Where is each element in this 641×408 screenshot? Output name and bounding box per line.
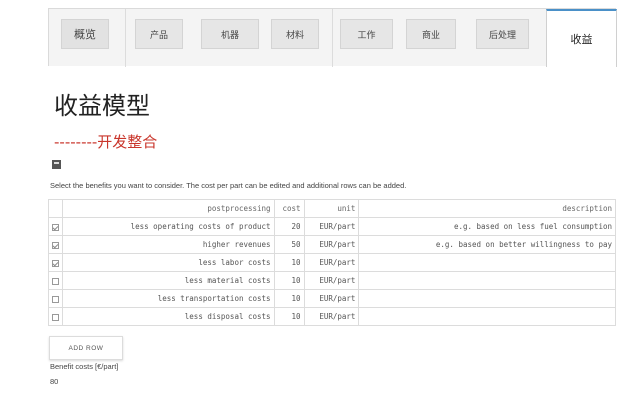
benefit-unit: EUR/part [303, 289, 360, 308]
table-row: less labor costs 10 EUR/part [48, 253, 616, 272]
benefit-cost[interactable]: 10 [273, 307, 305, 326]
tab-work[interactable]: 工作 [340, 19, 393, 49]
benefit-cost[interactable]: 50 [273, 235, 305, 254]
column-header-unit: unit [303, 199, 360, 218]
benefit-name[interactable]: less operating costs of product [62, 217, 275, 236]
tab-benefits[interactable]: 收益 [546, 9, 617, 67]
table-row: less transportation costs 10 EUR/part [48, 289, 616, 308]
checkbox-header [48, 199, 63, 218]
benefit-name[interactable]: less labor costs [62, 253, 275, 272]
row-checkbox[interactable] [52, 241, 59, 249]
save-icon[interactable] [52, 160, 61, 169]
instructions-text: Select the benefits you want to consider… [50, 181, 407, 190]
table-row: less material costs 10 EUR/part [48, 271, 616, 290]
benefit-cost[interactable]: 10 [273, 271, 305, 290]
benefit-costs-label: Benefit costs [€/part] [50, 362, 119, 371]
benefit-unit: EUR/part [303, 271, 360, 290]
table-header-row: postprocessing cost unit description [48, 199, 616, 218]
benefit-description[interactable] [358, 307, 616, 326]
row-checkbox[interactable] [52, 223, 59, 231]
benefit-name[interactable]: higher revenues [62, 235, 275, 254]
benefit-description[interactable] [358, 253, 616, 272]
benefit-unit: EUR/part [303, 217, 360, 236]
row-checkbox-cell [48, 235, 63, 254]
tab-bar: 概览 产品 机器 材料 工作 商业 后处理 收益 [48, 8, 617, 67]
benefit-unit: EUR/part [303, 307, 360, 326]
add-row-button[interactable]: ADD ROW [49, 336, 123, 360]
column-header-cost: cost [273, 199, 305, 218]
benefit-cost[interactable]: 20 [273, 217, 305, 236]
table-row: higher revenues 50 EUR/part e.g. based o… [48, 235, 616, 254]
row-checkbox-cell [48, 271, 63, 290]
benefit-cost[interactable]: 10 [273, 289, 305, 308]
benefit-description[interactable]: e.g. based on less fuel consumption [358, 217, 616, 236]
tab-machine[interactable]: 机器 [201, 19, 259, 49]
row-checkbox[interactable] [52, 313, 59, 321]
benefit-unit: EUR/part [303, 235, 360, 254]
column-header-description: description [358, 199, 616, 218]
tab-business[interactable]: 商业 [406, 19, 456, 49]
row-checkbox-cell [48, 217, 63, 236]
benefit-costs-value: 80 [50, 377, 59, 386]
row-checkbox-cell [48, 289, 63, 308]
row-checkbox-cell [48, 307, 63, 326]
row-checkbox[interactable] [52, 259, 59, 267]
benefit-description[interactable] [358, 289, 616, 308]
tab-overview[interactable]: 概览 [61, 19, 109, 49]
benefit-name[interactable]: less disposal costs [62, 307, 275, 326]
page-subtitle: --------开发整合 [54, 133, 158, 151]
benefits-table: postprocessing cost unit description les… [48, 199, 616, 326]
page-title: 收益模型 [54, 92, 150, 120]
tab-material[interactable]: 材料 [271, 19, 319, 49]
row-checkbox[interactable] [52, 295, 59, 303]
tab-postprocessing[interactable]: 后处理 [476, 19, 529, 49]
benefit-description[interactable] [358, 271, 616, 290]
benefit-name[interactable]: less material costs [62, 271, 275, 290]
benefit-description[interactable]: e.g. based on better willingness to pay [358, 235, 616, 254]
tab-divider [332, 9, 333, 67]
tab-product[interactable]: 产品 [135, 19, 183, 49]
benefit-cost[interactable]: 10 [273, 253, 305, 272]
benefit-unit: EUR/part [303, 253, 360, 272]
table-row: less disposal costs 10 EUR/part [48, 307, 616, 326]
tab-divider [125, 9, 126, 67]
column-header-postprocessing: postprocessing [62, 199, 275, 218]
row-checkbox[interactable] [52, 277, 59, 285]
row-checkbox-cell [48, 253, 63, 272]
table-row: less operating costs of product 20 EUR/p… [48, 217, 616, 236]
benefit-name[interactable]: less transportation costs [62, 289, 275, 308]
